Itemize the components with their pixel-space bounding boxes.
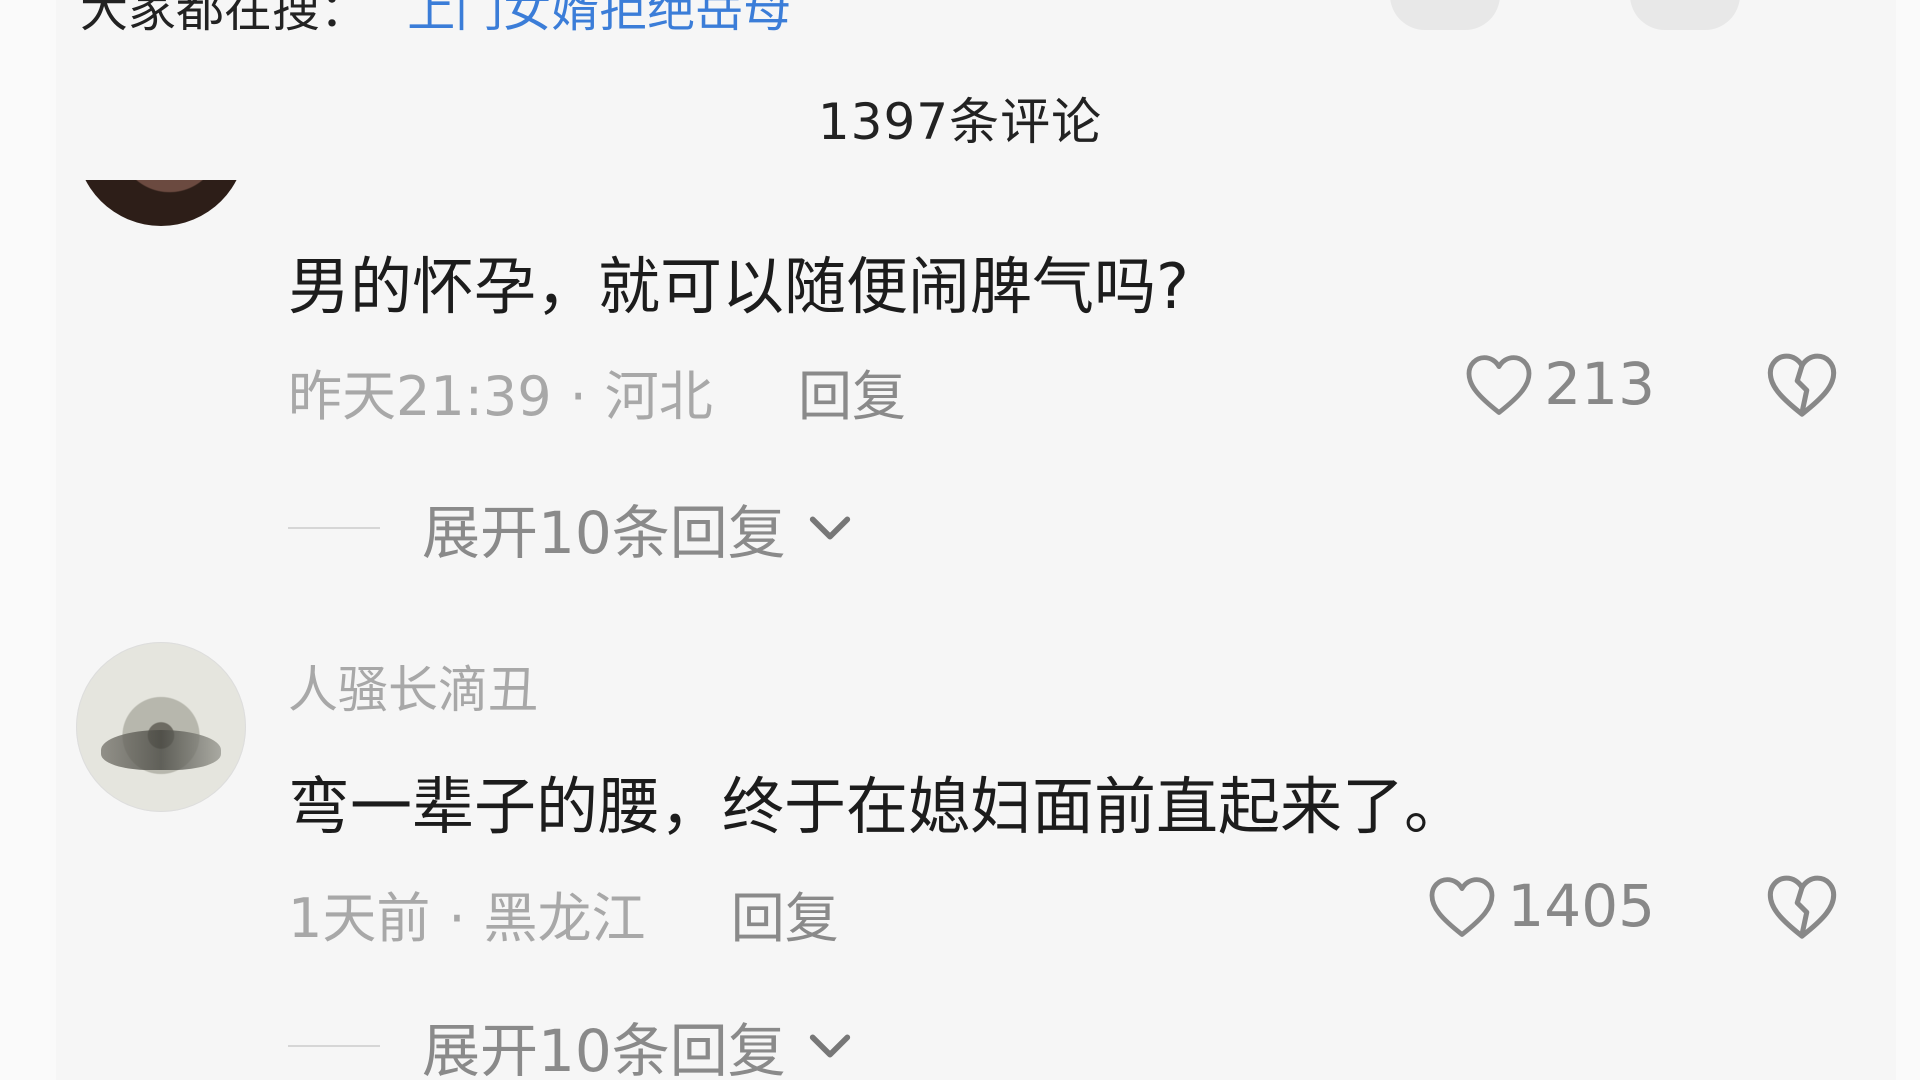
heart-icon [1429,877,1495,937]
like-button[interactable]: 213 [1462,350,1655,418]
comment-location: 黑龙江 [483,887,646,950]
avatar-image [101,730,221,770]
comment-panel-stage: 大家都在搜： 上门女婿拒绝岳母 1397条评论 男的怀孕，就可以随便闹脾气吗? … [0,0,1920,1080]
heart-icon [1466,355,1532,415]
comment-meta: 昨天21:39 · 河北 回复 [288,365,906,428]
like-button[interactable]: 1405 [1425,872,1655,940]
chevron-down-icon [809,1034,850,1058]
search-suggestion-link[interactable]: 上门女婿拒绝岳母 [407,0,791,38]
expand-divider [288,1045,380,1047]
comment-location: 河北 [604,365,713,428]
comment-text: 男的怀孕，就可以随便闹脾气吗? [288,250,1189,323]
comment-text: 弯一辈子的腰，终于在媳妇面前直起来了。 [288,770,1467,843]
like-count: 213 [1544,350,1655,418]
expand-replies-label: 展开10条回复 [422,1017,786,1080]
expand-divider [288,527,380,529]
reply-button[interactable]: 回复 [798,365,906,428]
expand-replies-label: 展开10条回复 [422,499,786,567]
dislike-icon[interactable] [1764,348,1840,420]
search-suggestion-prefix: 大家都在搜： [80,0,369,38]
expand-replies-button[interactable]: 展开10条回复 [288,486,856,570]
comment-meta: 1天前 · 黑龙江 回复 [288,887,839,950]
dislike-icon[interactable] [1764,870,1840,942]
search-suggestion-row: 大家都在搜： 上门女婿拒绝岳母 [80,0,791,40]
avatar[interactable] [76,642,246,812]
comment-count-title: 1397条评论 [817,93,1103,151]
comment-username[interactable]: 人骚长滴丑 [288,650,538,722]
expand-replies-button[interactable]: 展开10条回复 [288,1004,856,1080]
chevron-down-icon [809,516,850,540]
reply-button[interactable]: 回复 [731,887,839,950]
comment-time: 1天前 [288,887,431,950]
like-count: 1405 [1507,872,1655,940]
comment-time: 昨天21:39 [288,365,552,428]
